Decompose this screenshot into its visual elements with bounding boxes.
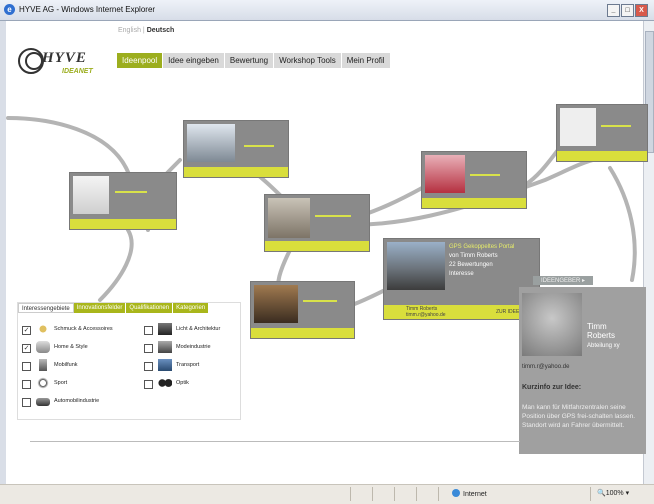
featured-idea-ratings: 22 Bewertungen bbox=[449, 262, 493, 268]
featured-idea-card[interactable]: GPS Gekoppeltes Portal von Timm Roberts … bbox=[383, 238, 540, 320]
checkbox[interactable]: ✓ bbox=[22, 326, 31, 335]
filter-item-label: Transport bbox=[176, 362, 200, 368]
status-bar: Internet 🔍100% ▾ bbox=[0, 484, 654, 504]
featured-idea-image bbox=[387, 242, 445, 290]
idea-card-footer bbox=[422, 198, 526, 208]
idea-card-rating-bar bbox=[303, 300, 337, 302]
status-separator bbox=[372, 487, 373, 501]
filter-tabs: Interessengebiete Innovationsfelder Qual… bbox=[18, 303, 240, 313]
fashion-icon bbox=[158, 341, 172, 353]
jewelry-icon bbox=[36, 323, 50, 335]
status-separator bbox=[590, 487, 591, 501]
idea-card-rating-bar bbox=[470, 174, 500, 176]
sport-ball-icon bbox=[36, 377, 50, 389]
checkbox[interactable] bbox=[144, 344, 153, 353]
idea-giver-tab[interactable]: IDEENGEBER ▸ bbox=[533, 276, 594, 285]
filter-item-label: Optik bbox=[176, 380, 189, 386]
idea-card-image bbox=[187, 124, 235, 162]
checkbox[interactable]: ✓ bbox=[22, 344, 31, 353]
zoom-icon: 🔍 bbox=[597, 490, 606, 497]
idea-card[interactable] bbox=[556, 104, 648, 162]
filter-panel: Interessengebiete Innovationsfelder Qual… bbox=[17, 302, 241, 420]
idea-giver-email[interactable]: timm.r@yahoo.de bbox=[522, 364, 569, 370]
idea-card-rating-bar bbox=[244, 145, 274, 147]
idea-card-rating-bar bbox=[115, 191, 147, 193]
idea-card-image bbox=[425, 155, 465, 193]
tab-qualifikationen[interactable]: Qualifikationen bbox=[126, 303, 174, 313]
home-style-icon bbox=[36, 341, 50, 353]
checkbox[interactable] bbox=[144, 362, 153, 371]
featured-idea-footer: Timm Roberts timm.r@yahoo.de ZUR IDEE ▸ bbox=[384, 305, 539, 319]
binoculars-icon bbox=[158, 377, 172, 389]
status-separator bbox=[350, 487, 351, 501]
light-architecture-icon bbox=[158, 323, 172, 335]
idea-card-image bbox=[254, 285, 298, 323]
idea-card-image bbox=[268, 198, 310, 238]
idea-card-rating-bar bbox=[601, 125, 631, 127]
transport-icon bbox=[158, 359, 172, 371]
idea-card-image bbox=[560, 108, 596, 146]
status-separator bbox=[394, 487, 395, 501]
filter-item-label: Schmuck & Accessoires bbox=[54, 326, 113, 332]
filter-item-label: Automobilindustrie bbox=[54, 398, 100, 404]
idea-card[interactable] bbox=[69, 172, 177, 230]
idea-summary-text: Man kann für Mitfahrzentralen seine Posi… bbox=[522, 404, 636, 429]
featured-idea-author: von Timm Roberts bbox=[449, 253, 498, 259]
filter-item-label: Home & Style bbox=[54, 344, 88, 350]
security-zone: Internet bbox=[452, 489, 487, 498]
filter-item-label: Mobilfunk bbox=[54, 362, 78, 368]
idea-summary-heading: Kurzinfo zur Idee: bbox=[522, 384, 582, 391]
idea-giver-photo bbox=[522, 293, 582, 356]
status-separator bbox=[438, 487, 439, 501]
checkbox[interactable] bbox=[22, 380, 31, 389]
filter-item-label: Licht & Architektur bbox=[176, 326, 221, 332]
idea-card[interactable] bbox=[421, 151, 527, 209]
zoom-value: 100% bbox=[605, 490, 624, 497]
idea-card-image bbox=[73, 176, 109, 214]
featured-idea-footer-contact: timm.r@yahoo.de bbox=[406, 312, 446, 318]
checkbox[interactable] bbox=[22, 398, 31, 407]
idea-card-rating-bar bbox=[315, 215, 351, 217]
idea-giver-department: Abteilung xy bbox=[587, 343, 620, 349]
idea-card-footer bbox=[184, 167, 288, 177]
tab-innovationsfelder[interactable]: Innovationsfelder bbox=[73, 303, 127, 313]
mobile-phone-icon bbox=[39, 359, 47, 371]
checkbox[interactable] bbox=[144, 380, 153, 389]
footer-divider bbox=[30, 441, 520, 442]
checkbox[interactable] bbox=[22, 362, 31, 371]
filter-item-label: Sport bbox=[54, 380, 68, 386]
idea-card[interactable] bbox=[183, 120, 289, 178]
featured-idea-interest-label: Interesse bbox=[449, 271, 474, 277]
idea-giver-name: Timm Roberts bbox=[587, 322, 616, 340]
tab-kategorien[interactable]: Kategorien bbox=[173, 303, 210, 313]
idea-card-footer bbox=[70, 219, 176, 229]
featured-idea-title[interactable]: GPS Gekoppeltes Portal bbox=[449, 244, 514, 250]
idea-card-footer bbox=[557, 151, 647, 161]
filter-item-label: Modeindustrie bbox=[176, 344, 211, 350]
security-zone-label: Internet bbox=[463, 491, 487, 498]
status-separator bbox=[416, 487, 417, 501]
idea-card-footer bbox=[265, 241, 369, 251]
idea-card[interactable] bbox=[250, 281, 355, 339]
idea-giver-panel: IDEENGEBER ▸ Timm Roberts Abteilung xy t… bbox=[519, 276, 646, 454]
globe-icon bbox=[452, 489, 460, 497]
tab-interessengebiete[interactable]: Interessengebiete bbox=[18, 303, 74, 313]
car-icon bbox=[36, 398, 50, 406]
idea-card-footer bbox=[251, 328, 354, 338]
checkbox[interactable] bbox=[144, 326, 153, 335]
zoom-level[interactable]: 🔍100% ▾ bbox=[597, 489, 629, 497]
idea-card[interactable] bbox=[264, 194, 370, 252]
